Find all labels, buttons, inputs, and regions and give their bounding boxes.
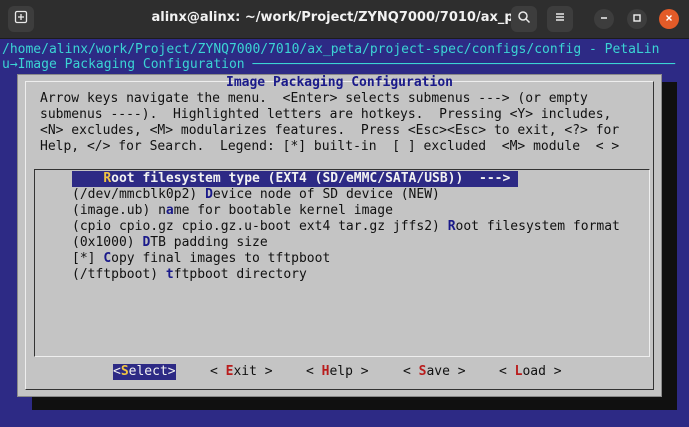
menu-item-label: evice node of SD device (NEW) — [212, 187, 440, 202]
button-bracket: < — [306, 364, 322, 379]
search-button[interactable] — [511, 6, 537, 32]
menu-item-root-filesystem-format[interactable]: (cpio cpio.gz cpio.gz.u-boot ext4 tar.gz… — [72, 219, 620, 235]
button-bar: <Select> < Exit > < Help > < Save > < Lo… — [0, 364, 689, 380]
window-titlebar: alinx@alinx: ~/work/Project/ZYNQ7000/701… — [0, 0, 689, 39]
dialog-title: Image Packaging Configuration — [226, 75, 453, 90]
help-line: submenus ----). Highlighted letters are … — [40, 107, 612, 122]
search-icon — [517, 10, 531, 28]
menu-item-label: oot filesystem type (EXT4 (SD/eMMC/SATA/… — [111, 171, 511, 186]
button-label: elect — [128, 364, 168, 379]
help-line: <N> excludes, <M> modularizes features. … — [40, 123, 620, 138]
load-button[interactable]: < Load > — [499, 364, 562, 380]
menu-item-sd-device-node[interactable]: (/dev/mmcblk0p2) Device node of SD devic… — [72, 187, 440, 203]
button-bracket: < — [403, 364, 419, 379]
menu-item-label: oot filesystem format — [455, 219, 620, 234]
menu-item-hotkey: R — [103, 171, 112, 186]
maximize-button[interactable] — [627, 9, 647, 29]
menu-item-hotkey: C — [103, 251, 112, 266]
button-label: ave — [426, 364, 450, 379]
menu-item-prefix: (/tftpboot) — [72, 267, 166, 282]
menu-item-bootable-image-name[interactable]: (image.ub) name for bootable kernel imag… — [72, 203, 393, 219]
menu-item-hotkey: a — [165, 203, 174, 218]
close-icon — [664, 13, 674, 26]
button-bracket: > — [545, 364, 562, 379]
button-bracket: < — [113, 364, 121, 379]
menu-item-hotkey: D — [205, 187, 213, 202]
menu-item-dtb-padding-size[interactable]: (0x1000) DTB padding size — [72, 235, 268, 251]
minimize-button[interactable] — [594, 9, 614, 29]
button-label: xit — [233, 364, 257, 379]
maximize-icon — [632, 13, 642, 26]
button-label: elp — [329, 364, 353, 379]
help-line: Help, </> for Search. Legend: [*] built-… — [40, 139, 620, 154]
help-text: Arrow keys navigate the menu. <Enter> se… — [40, 91, 619, 155]
button-label: oad — [522, 364, 546, 379]
save-button[interactable]: < Save > — [403, 364, 466, 380]
button-bracket: > — [352, 364, 369, 379]
config-path-line: /home/alinx/work/Project/ZYNQ7000/7010/a… — [2, 42, 660, 57]
menu-item-prefix — [72, 171, 103, 186]
menu-item-label: TB padding size — [150, 235, 268, 250]
button-bracket: < — [210, 364, 226, 379]
menu-item-label: ftpboot directory — [173, 267, 307, 282]
button-bracket: < — [499, 364, 515, 379]
menu-item-prefix: (cpio cpio.gz cpio.gz.u-boot ext4 tar.gz… — [72, 219, 448, 234]
button-bracket: > — [449, 364, 466, 379]
help-button[interactable]: < Help > — [306, 364, 369, 380]
hamburger-menu-icon — [553, 10, 567, 28]
breadcrumb: u→Image Packaging Configuration ────────… — [2, 57, 676, 72]
menu-item-prefix: [*] — [72, 251, 104, 266]
menu-item-label: opy final images to tftpboot — [111, 251, 331, 266]
button-bracket: > — [256, 364, 273, 379]
menu-item-prefix: (image.ub) n — [72, 203, 166, 218]
menu-item-copy-to-tftpboot[interactable]: [*] Copy final images to tftpboot — [72, 251, 330, 267]
help-line: Arrow keys navigate the menu. <Enter> se… — [40, 91, 588, 106]
button-bracket: > — [167, 364, 176, 379]
menu-item-label: me for bootable kernel image — [173, 203, 393, 218]
select-button[interactable]: <Select> — [113, 364, 176, 380]
button-hotkey: S — [120, 364, 129, 379]
exit-button[interactable]: < Exit > — [210, 364, 273, 380]
menu-item-hotkey: R — [447, 219, 456, 234]
menu-item-prefix: (/dev/mmcblk0p2) — [72, 187, 206, 202]
menu-item-prefix: (0x1000) — [72, 235, 143, 250]
menu-item-hotkey: t — [165, 267, 174, 282]
menu-item-root-filesystem-type[interactable]: Root filesystem type (EXT4 (SD/eMMC/SATA… — [72, 171, 519, 187]
close-button[interactable] — [659, 9, 679, 29]
menu-button[interactable] — [547, 6, 573, 32]
minimize-icon — [599, 13, 609, 26]
menu-item-tftpboot-directory[interactable]: (/tftpboot) tftpboot directory — [72, 267, 307, 283]
window-title: alinx@alinx: ~/work/Project/ZYNQ7000/701… — [151, 10, 538, 25]
